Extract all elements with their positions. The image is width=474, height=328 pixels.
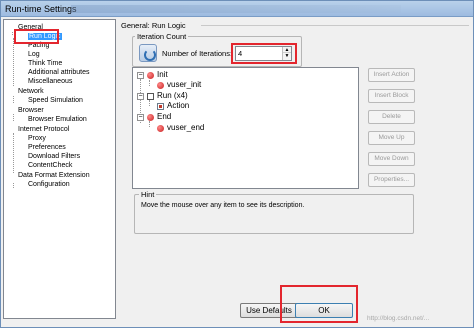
- flow-item-action[interactable]: Action: [167, 101, 189, 111]
- flow-connector: [149, 100, 150, 106]
- run-time-settings-window: Run-time Settings General Run Logic Paci…: [0, 0, 474, 328]
- tree-item-download-filters[interactable]: Download Filters: [28, 152, 80, 161]
- settings-tree[interactable]: General Run Logic Pacing Log Think Time …: [3, 19, 116, 319]
- watermark: http://blog.csdn.net/...: [367, 315, 430, 322]
- expand-end-icon[interactable]: −: [137, 114, 144, 121]
- blurred-title-area: [71, 5, 401, 13]
- tree-item-browser-emulation[interactable]: Browser Emulation: [28, 115, 87, 124]
- ok-highlight: [280, 285, 358, 323]
- action-icon: [157, 103, 164, 110]
- flow-item-init[interactable]: Init: [157, 70, 168, 80]
- window-title: Run-time Settings: [5, 4, 77, 14]
- run-block-icon: [147, 93, 154, 100]
- iterations-highlight: [231, 43, 297, 64]
- tree-connector: [13, 183, 14, 188]
- tree-item-miscellaneous[interactable]: Miscellaneous: [28, 77, 72, 86]
- tree-item-browser[interactable]: Browser: [18, 106, 44, 115]
- hint-group: [134, 194, 414, 234]
- move-down-button[interactable]: Move Down: [368, 152, 415, 166]
- tree-item-internet-protocol[interactable]: Internet Protocol: [18, 125, 69, 134]
- tree-connector: [12, 32, 13, 35]
- init-icon: [147, 72, 154, 79]
- flow-connector: [149, 80, 150, 86]
- iterations-label: Number of Iterations:: [162, 49, 233, 58]
- run-logic-flow[interactable]: − Init vuser_init − Run (x4) Action − En…: [132, 67, 359, 189]
- iteration-count-label: Iteration Count: [135, 32, 189, 41]
- tree-item-data-format-extension[interactable]: Data Format Extension: [18, 171, 90, 180]
- end-icon: [147, 114, 154, 121]
- insert-action-button[interactable]: Insert Action: [368, 68, 415, 82]
- vuser-init-icon: [157, 82, 164, 89]
- flow-item-vuser-init[interactable]: vuser_init: [167, 80, 201, 90]
- vuser-end-icon: [157, 125, 164, 132]
- iteration-icon: [139, 44, 157, 62]
- flow-item-vuser-end[interactable]: vuser_end: [167, 123, 204, 133]
- title-bar[interactable]: Run-time Settings: [1, 1, 473, 17]
- tree-item-configuration[interactable]: Configuration: [28, 180, 70, 189]
- expand-run-icon[interactable]: −: [137, 93, 144, 100]
- tree-connector: [13, 133, 14, 173]
- run-logic-highlight: [14, 29, 59, 44]
- tree-item-speed-simulation[interactable]: Speed Simulation: [28, 96, 83, 105]
- tree-item-additional-attributes[interactable]: Additional attributes: [28, 68, 89, 77]
- tree-item-preferences[interactable]: Preferences: [28, 143, 66, 152]
- flow-connector: [149, 121, 150, 127]
- hint-title: Hint: [139, 190, 157, 199]
- move-up-button[interactable]: Move Up: [368, 131, 415, 145]
- properties-button[interactable]: Properties...: [368, 173, 415, 187]
- tree-connector: [13, 114, 14, 121]
- expand-init-icon[interactable]: −: [137, 72, 144, 79]
- tree-item-proxy[interactable]: Proxy: [28, 134, 46, 143]
- panel-title: General: Run Logic: [121, 21, 186, 30]
- delete-button[interactable]: Delete: [368, 110, 415, 124]
- hint-text: Move the mouse over any item to see its …: [141, 202, 305, 209]
- flow-item-run[interactable]: Run (x4): [157, 91, 188, 101]
- tree-item-think-time[interactable]: Think Time: [28, 59, 62, 68]
- tree-connector: [13, 96, 14, 103]
- panel-title-rule: [201, 25, 469, 26]
- insert-block-button[interactable]: Insert Block: [368, 89, 415, 103]
- tree-item-log[interactable]: Log: [28, 50, 40, 59]
- tree-item-network[interactable]: Network: [18, 87, 44, 96]
- flow-item-end[interactable]: End: [157, 112, 171, 122]
- tree-item-contentcheck[interactable]: ContentCheck: [28, 161, 72, 170]
- tree-connector: [13, 38, 14, 86]
